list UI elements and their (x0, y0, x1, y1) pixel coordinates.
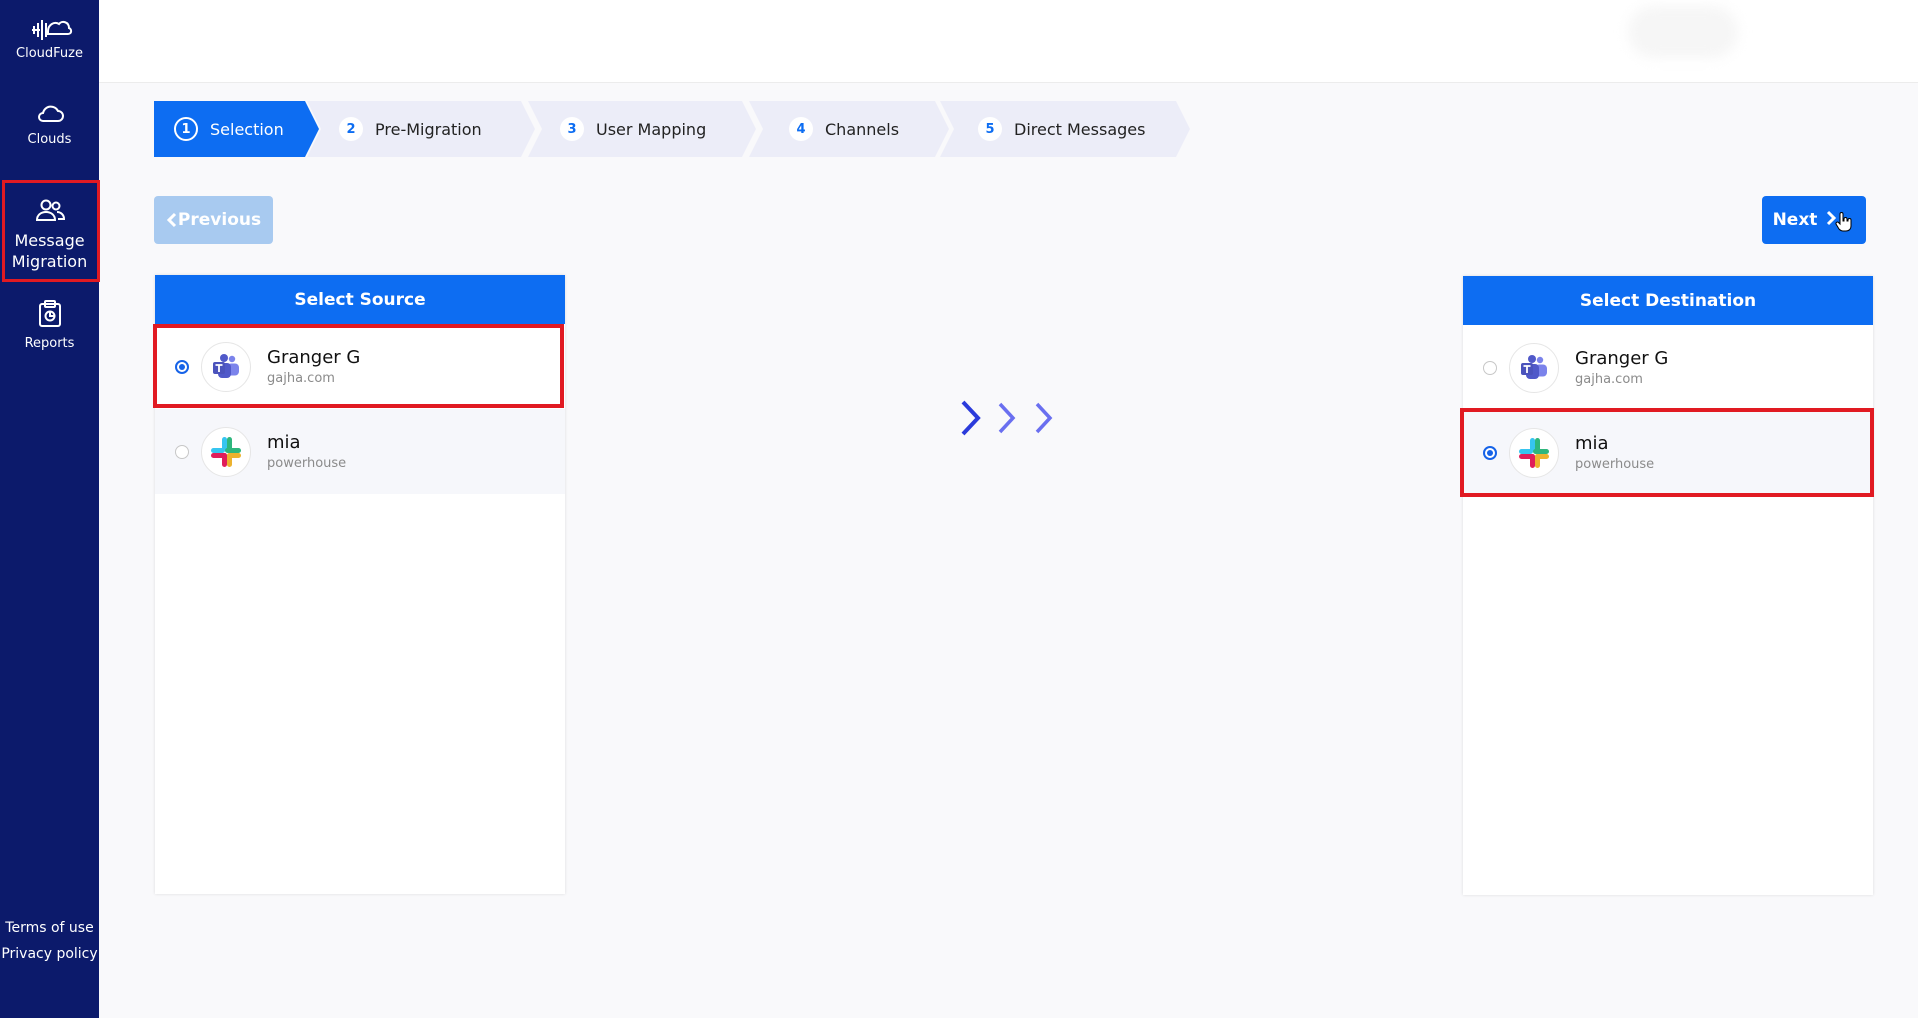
source-account-granger[interactable]: Granger G gajha.com (153, 324, 565, 409)
terms-of-use-link[interactable]: Terms of use (0, 920, 99, 936)
slack-icon (1509, 427, 1559, 478)
teams-icon (1509, 342, 1559, 393)
sidebar-item-clouds[interactable]: Clouds (0, 102, 99, 147)
brand-name: CloudFuze (16, 46, 83, 61)
step-label: Selection (210, 119, 284, 139)
source-panel-title: Select Source (155, 275, 565, 324)
step-number: 3 (560, 117, 584, 141)
account-name: Granger G (1575, 348, 1669, 369)
step-number: 5 (978, 117, 1002, 141)
account-domain: gajha.com (1575, 372, 1643, 387)
account-name: mia (267, 432, 301, 453)
brand-logo[interactable]: CloudFuze (0, 14, 99, 61)
destination-panel: Select Destination Granger G gajha.com m… (1460, 276, 1874, 895)
source-radio-granger[interactable] (175, 359, 189, 374)
sidebar-item-reports[interactable]: Reports (0, 300, 99, 351)
sidebar: CloudFuze Clouds Message Migration Repor… (0, 0, 100, 1018)
account-domain: powerhouse (267, 456, 347, 471)
step-channels[interactable]: 4 Channels (749, 101, 949, 157)
account-domain: powerhouse (1575, 457, 1655, 472)
previous-button[interactable]: Previous (154, 196, 273, 244)
step-label: Channels (825, 119, 900, 139)
privacy-policy-link[interactable]: Privacy policy (0, 946, 99, 962)
destination-radio-granger[interactable] (1483, 360, 1497, 375)
account-domain: gajha.com (267, 371, 335, 386)
step-label: Direct Messages (1014, 119, 1146, 139)
account-name: Granger G (267, 347, 361, 368)
source-account-mia[interactable]: mia powerhouse (155, 409, 565, 494)
step-direct-messages[interactable]: 5 Direct Messages (940, 101, 1190, 157)
cloudfuze-logo-icon (31, 20, 72, 40)
migration-direction-arrows-icon (961, 400, 1053, 436)
step-number: 2 (339, 117, 363, 141)
top-header (99, 0, 1918, 83)
step-number: 1 (174, 117, 198, 141)
destination-panel-title: Select Destination (1463, 276, 1873, 325)
clipboard-icon (38, 300, 61, 327)
step-number: 4 (789, 117, 813, 141)
sidebar-item-label: Clouds (27, 132, 72, 147)
account-name: mia (1575, 433, 1609, 454)
next-button-label: Next (1772, 210, 1818, 230)
step-user-mapping[interactable]: 3 User Mapping (528, 101, 756, 157)
source-panel: Select Source Granger G gajha.com mia po… (153, 275, 565, 894)
previous-button-label: Previous (177, 210, 262, 230)
slack-icon (201, 426, 251, 477)
sidebar-item-label: Reports (24, 336, 75, 351)
cloud-icon (37, 105, 64, 122)
step-label: Pre-Migration (375, 119, 482, 139)
chevron-left-icon (166, 212, 176, 228)
step-label: User Mapping (596, 119, 707, 139)
source-radio-mia[interactable] (175, 444, 189, 459)
step-selection[interactable]: 1 Selection (154, 101, 319, 157)
step-pre-migration[interactable]: 2 Pre-Migration (307, 101, 535, 157)
destination-account-granger[interactable]: Granger G gajha.com (1463, 325, 1873, 410)
destination-account-mia[interactable]: mia powerhouse (1460, 408, 1874, 497)
next-button[interactable]: Next (1762, 196, 1866, 244)
chevron-right-icon (1827, 210, 1852, 232)
teams-icon (201, 341, 251, 392)
destination-radio-mia[interactable] (1483, 445, 1497, 460)
user-profile-area[interactable] (1628, 6, 1738, 58)
active-highlight-box (2, 180, 100, 282)
